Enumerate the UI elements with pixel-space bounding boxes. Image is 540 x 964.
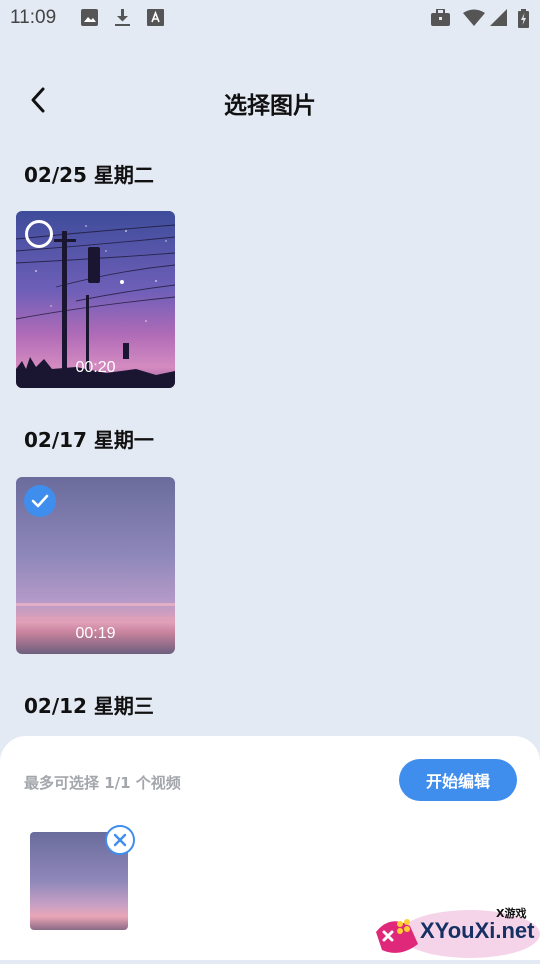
wifi-icon bbox=[463, 9, 485, 26]
select-checkbox-checked[interactable] bbox=[24, 485, 56, 517]
close-icon bbox=[113, 833, 127, 847]
video-thumbnail[interactable]: 00:19 bbox=[16, 477, 175, 654]
watermark-text: XYouXi.net bbox=[420, 918, 535, 943]
selection-limit-text: 最多可选择 1/1 个视频 bbox=[24, 774, 181, 792]
checkmark-icon bbox=[31, 494, 49, 508]
page-title: 选择图片 bbox=[224, 93, 316, 119]
battery-charging-icon bbox=[518, 9, 529, 28]
briefcase-icon bbox=[431, 8, 450, 26]
status-time: 11:09 bbox=[10, 7, 57, 28]
select-checkbox[interactable] bbox=[25, 220, 53, 248]
remove-selected-button[interactable] bbox=[105, 825, 135, 855]
date-header: 02/17 星期一 bbox=[24, 428, 154, 452]
video-thumbnail[interactable]: 00:20 bbox=[16, 211, 175, 388]
date-header: 02/25 星期二 bbox=[24, 163, 154, 187]
status-bar: 11:09 bbox=[0, 0, 540, 36]
header: 选择图片 bbox=[0, 70, 540, 130]
date-header: 02/12 星期三 bbox=[24, 694, 154, 718]
image-icon bbox=[81, 9, 98, 26]
download-icon bbox=[114, 9, 131, 26]
video-duration: 00:20 bbox=[75, 359, 116, 376]
start-edit-button[interactable]: 开始编辑 bbox=[399, 759, 517, 801]
signal-icon bbox=[490, 9, 507, 26]
video-duration: 00:19 bbox=[75, 625, 116, 642]
font-a-icon bbox=[147, 9, 164, 26]
